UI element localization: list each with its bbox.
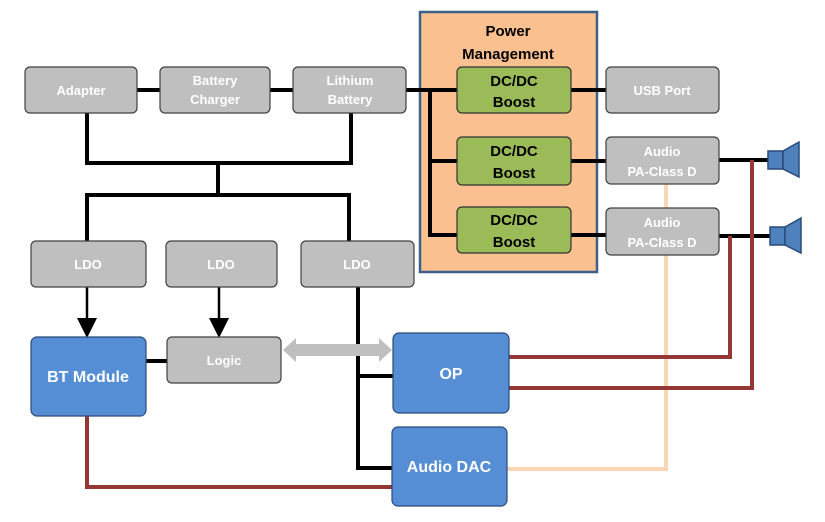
ldo-block-3: LDO (300, 240, 415, 288)
speaker-icon (767, 140, 800, 179)
svg-text:BT Module: BT Module (47, 369, 129, 386)
svg-text:Audio: Audio (644, 144, 681, 159)
svg-text:OP: OP (439, 366, 462, 383)
svg-text:PA-Class D: PA-Class D (627, 235, 696, 250)
logic-block: Logic (166, 336, 282, 384)
svg-text:DC/DC: DC/DC (490, 212, 538, 229)
svg-text:Charger: Charger (190, 92, 240, 107)
bt-module-block: BT Module (30, 336, 147, 417)
battery-charger-block: Battery Charger (159, 66, 271, 114)
logic-op-bidirectional-arrow (283, 338, 392, 362)
power-management-title-2: Management (462, 46, 554, 63)
dcdc-boost-1: DC/DC Boost (456, 66, 572, 114)
svg-text:Lithium: Lithium (327, 73, 374, 88)
svg-text:LDO: LDO (207, 257, 234, 272)
lithium-battery-block: Lithium Battery (292, 66, 407, 114)
svg-text:Logic: Logic (207, 353, 242, 368)
svg-text:Audio: Audio (644, 215, 681, 230)
power-management-title: Power (485, 23, 530, 40)
audio-dac-block: Audio DAC (391, 426, 508, 507)
svg-text:PA-Class D: PA-Class D (627, 164, 696, 179)
svg-text:DC/DC: DC/DC (490, 143, 538, 160)
svg-text:LDO: LDO (343, 257, 370, 272)
adapter-block: Adapter (24, 66, 138, 114)
block-diagram: Power Management Adapter BatteryCharger … (24, 10, 802, 507)
usb-port-block: USB Port (605, 66, 720, 114)
svg-text:USB Port: USB Port (633, 83, 691, 98)
svg-text:Battery: Battery (193, 73, 239, 88)
ldo-block-2: LDO (165, 240, 278, 288)
audio-pa-block-2: Audio PA-Class D (605, 207, 720, 256)
speaker-icon (769, 216, 802, 255)
op-block: OP (392, 332, 510, 414)
audio-pa-block-1: Audio PA-Class D (605, 136, 720, 185)
ldo-block-1: LDO (30, 240, 147, 288)
svg-text:Boost: Boost (493, 94, 536, 111)
svg-text:Audio DAC: Audio DAC (407, 459, 492, 476)
svg-text:DC/DC: DC/DC (490, 73, 538, 90)
svg-text:Boost: Boost (493, 234, 536, 251)
svg-text:LDO: LDO (74, 257, 101, 272)
svg-text:Battery: Battery (328, 92, 374, 107)
dcdc-boost-3: DC/DC Boost (456, 206, 572, 254)
svg-text:Adapter: Adapter (56, 83, 105, 98)
bt-to-dac-line (85, 416, 392, 489)
svg-text:Boost: Boost (493, 165, 536, 182)
dcdc-boost-2: DC/DC Boost (456, 136, 572, 186)
